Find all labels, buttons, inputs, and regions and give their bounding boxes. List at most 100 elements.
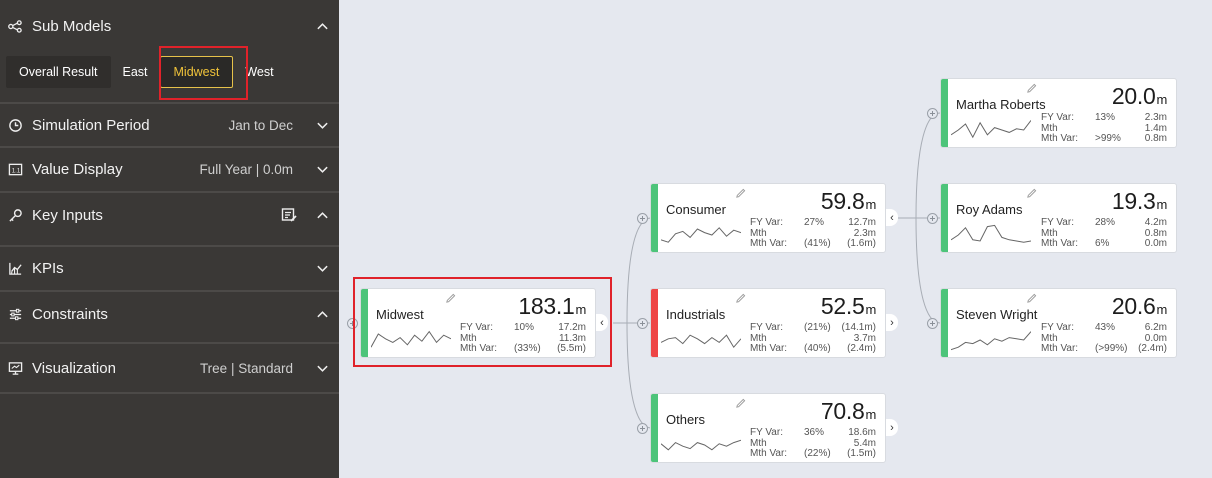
value-display-value: Full Year | 0.0m xyxy=(199,162,293,177)
simulation-period-title: Simulation Period xyxy=(32,116,150,134)
simulation-period-value: Jan to Dec xyxy=(228,117,293,133)
key-inputs-header[interactable]: Key Inputs xyxy=(0,193,339,237)
expand-icon[interactable] xyxy=(927,213,938,224)
node-name: Roy Adams xyxy=(956,202,1023,217)
node-name: Midwest xyxy=(376,307,424,322)
kpis-section: KPIs xyxy=(0,247,339,292)
tree-node-roy[interactable]: Roy Adams 19.3m FY Var: 28% 4.2m Mth 0.8m Mth V… xyxy=(940,183,1177,253)
settings-sidebar: Sub Models Overall Result East Midwest W… xyxy=(0,0,339,478)
tab-east[interactable]: East xyxy=(115,56,156,88)
status-bar xyxy=(651,184,658,252)
sub-models-section: Sub Models Overall Result East Midwest W… xyxy=(0,0,339,104)
tree-node-midwest[interactable]: Midwest 183.1m FY Var: 10% 17.2m Mth 11.3m Mth … xyxy=(360,288,596,358)
sparkline xyxy=(661,439,741,451)
sub-models-header[interactable]: Sub Models xyxy=(0,0,339,52)
expand-icon[interactable] xyxy=(637,318,648,329)
node-stats: FY Var: (21%) (14.1m) Mth 3.7m Mth Var: (40%)(… xyxy=(750,322,876,354)
edit-note-icon[interactable] xyxy=(281,207,297,223)
expand-icon[interactable] xyxy=(637,423,648,434)
node-stats: FY Var: 43% 6.2m Mth 0.0m Mth Var: (>99%) (2.4m… xyxy=(1041,322,1167,354)
pencil-icon[interactable] xyxy=(735,293,746,304)
constraints-header[interactable]: Constraints xyxy=(0,292,339,336)
chevron-up-icon[interactable] xyxy=(315,19,329,33)
tree-node-industrials[interactable]: Industrials 52.5m FY Var: (21%) (14.1m) Mth 3.… xyxy=(650,288,886,358)
simulation-period-header[interactable]: Simulation Period Jan to Dec xyxy=(0,104,339,146)
constraints-section: Constraints xyxy=(0,292,339,344)
tab-overall-result[interactable]: Overall Result xyxy=(6,56,111,88)
expand-icon[interactable] xyxy=(347,318,358,329)
status-bar xyxy=(941,184,948,252)
node-name: Consumer xyxy=(666,202,726,217)
tab-midwest[interactable]: Midwest xyxy=(159,56,234,88)
pencil-icon[interactable] xyxy=(445,293,456,304)
visualization-section: Visualization Tree | Standard xyxy=(0,344,339,394)
node-value: 19.3m xyxy=(1111,188,1167,214)
simulation-period-section: Simulation Period Jan to Dec xyxy=(0,104,339,148)
status-bar xyxy=(941,79,948,147)
pencil-icon[interactable] xyxy=(1026,83,1037,94)
sparkline xyxy=(661,227,741,243)
sparkline xyxy=(951,120,1031,139)
sparkline xyxy=(661,334,741,349)
constraints-title: Constraints xyxy=(32,305,108,323)
node-value: 20.6m xyxy=(1111,293,1167,319)
presentation-icon xyxy=(7,360,23,376)
share-nodes-icon xyxy=(7,18,23,34)
status-bar xyxy=(361,289,368,357)
chevron-down-icon[interactable] xyxy=(315,163,329,177)
value-display-title: Value Display xyxy=(32,161,123,178)
value-display-header[interactable]: 1.1 Value Display Full Year | 0.0m xyxy=(0,148,339,191)
key-icon xyxy=(7,207,23,223)
tab-west[interactable]: West xyxy=(237,56,281,88)
svg-text:1.1: 1.1 xyxy=(11,167,20,174)
tree-node-others[interactable]: Others 70.8m FY Var: 36% 18.6m Mth 5.4m Mth Var… xyxy=(650,393,886,463)
visualization-title: Visualization xyxy=(32,359,116,377)
chevron-up-icon[interactable] xyxy=(315,208,329,222)
node-value: 183.1m xyxy=(518,293,586,319)
sparkline xyxy=(951,331,1031,351)
chart-icon xyxy=(7,261,23,277)
visualization-value: Tree | Standard xyxy=(199,360,293,376)
node-value: 20.0m xyxy=(1111,83,1167,109)
node-stats: FY Var: 13% 2.3m Mth 1.4m Mth Var: >99% 0.8m xyxy=(1041,112,1167,144)
node-value: 59.8m xyxy=(820,188,876,214)
visualization-header[interactable]: Visualization Tree | Standard xyxy=(0,344,339,392)
status-bar xyxy=(941,289,948,357)
node-value: 52.5m xyxy=(820,293,876,319)
node-name: Others xyxy=(666,412,706,427)
sliders-icon xyxy=(7,306,23,322)
value-display-section: 1.1 Value Display Full Year | 0.0m xyxy=(0,148,339,193)
node-stats: FY Var: 27% 12.7m Mth 2.3m Mth Var: (41%) (1.6m… xyxy=(750,217,876,249)
chevron-down-icon[interactable] xyxy=(315,361,329,375)
expand-icon[interactable] xyxy=(927,318,938,329)
pencil-icon[interactable] xyxy=(735,398,746,409)
tree-node-steven[interactable]: Steven Wright 20.6m FY Var: 43% 6.2m Mth 0.0m M… xyxy=(940,288,1177,358)
chevron-down-icon[interactable] xyxy=(315,262,329,276)
sparkline xyxy=(951,224,1031,243)
sub-models-title: Sub Models xyxy=(32,17,112,35)
pencil-icon[interactable] xyxy=(1026,293,1037,304)
status-bar xyxy=(651,394,658,462)
kpis-header[interactable]: KPIs xyxy=(0,247,339,290)
chevron-down-icon[interactable] xyxy=(315,118,329,132)
node-name: Martha Roberts xyxy=(956,97,1046,112)
clock-icon xyxy=(7,117,23,133)
tree-canvas: Midwest 183.1m FY Var: 10% 17.2m Mth 11.3m Mth … xyxy=(339,0,1212,478)
chevron-up-icon[interactable] xyxy=(315,307,329,321)
node-stats: FY Var: 36% 18.6m Mth 5.4m Mth Var: (22%) (1.5m… xyxy=(750,427,876,459)
node-value: 70.8m xyxy=(820,398,876,424)
node-name: Industrials xyxy=(666,307,726,322)
status-bar xyxy=(651,289,658,357)
tree-node-consumer[interactable]: Consumer 59.8m FY Var: 27% 12.7m Mth 2.3m Mth V… xyxy=(650,183,886,253)
sparkline xyxy=(371,330,451,348)
node-stats: FY Var: 28% 4.2m Mth 0.8m Mth Var: 6% 0.0m xyxy=(1041,217,1167,249)
tree-node-martha[interactable]: Martha Roberts 20.0m FY Var: 13% 2.3m Mth 1.4m… xyxy=(940,78,1177,148)
pencil-icon[interactable] xyxy=(1026,188,1037,199)
expand-icon[interactable] xyxy=(637,213,648,224)
pencil-icon[interactable] xyxy=(735,188,746,199)
node-name: Steven Wright xyxy=(956,307,1038,322)
node-stats: FY Var: 10% 17.2m Mth 11.3m Mth Var: (33%) (5.5… xyxy=(460,322,586,354)
expand-icon[interactable] xyxy=(927,108,938,119)
key-inputs-title: Key Inputs xyxy=(32,206,103,224)
key-inputs-section: Key Inputs xyxy=(0,193,339,247)
